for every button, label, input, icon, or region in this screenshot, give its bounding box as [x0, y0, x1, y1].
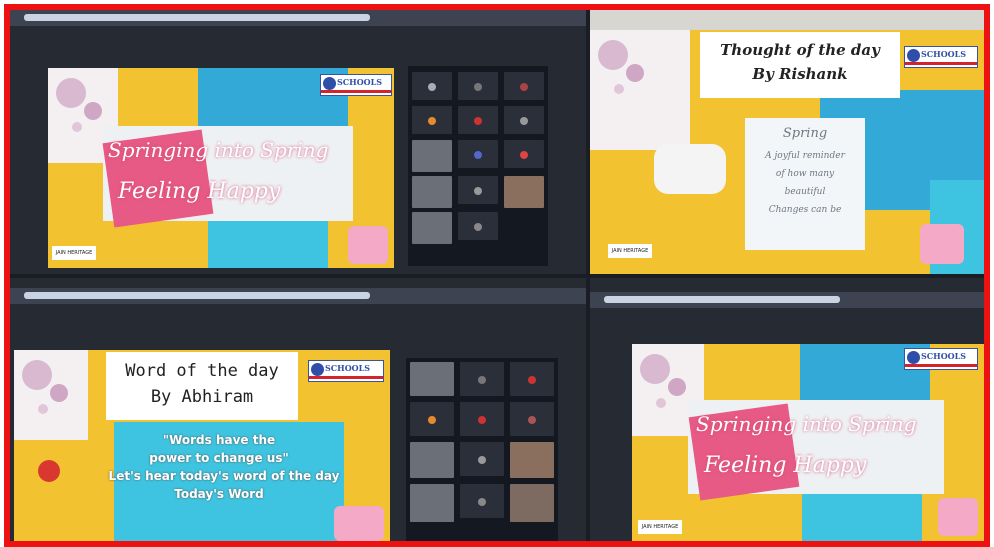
- spring-sticker: [920, 224, 964, 264]
- slide-thought-of-day: Thought of the day By Rishank SCHOOLS Sp…: [590, 30, 984, 274]
- spring-sticker: [348, 226, 388, 264]
- title-line-1: Thought of the day: [720, 41, 880, 59]
- schools-logo: SCHOOLS: [904, 348, 978, 370]
- photo-top-right: Thought of the day By Rishank SCHOOLS Sp…: [590, 10, 984, 274]
- spring-sticker: [334, 506, 384, 541]
- title-line-2: By Rishank: [752, 65, 848, 83]
- slide-headline-1: Springing into Spring: [108, 138, 329, 162]
- participant-gallery: [406, 358, 558, 541]
- quote-line-4: Today's Word: [174, 487, 264, 501]
- address-bar: [24, 14, 370, 21]
- quote-line-1: "Words have the: [162, 433, 276, 447]
- jain-heritage-logo: JAIN HERITAGE: [608, 244, 652, 258]
- title-line-2: By Abhiram: [150, 387, 254, 407]
- floral-decoration: [14, 350, 88, 440]
- photo-top-left: SCHOOLS Springing into Spring Feeling Ha…: [10, 10, 586, 274]
- floral-decoration: [590, 30, 690, 150]
- card-line-1: A joyful reminder: [765, 151, 845, 161]
- quote-line-3: Let's hear today's word of the day: [108, 469, 340, 483]
- slide-springing: SCHOOLS Springing into Spring Feeling Ha…: [48, 68, 394, 268]
- photo-collage: SCHOOLS Springing into Spring Feeling Ha…: [4, 4, 990, 547]
- address-bar: [24, 292, 370, 299]
- schools-logo: SCHOOLS: [320, 74, 392, 96]
- quote-line-2: power to change us": [149, 451, 289, 465]
- browser-toolbar: [10, 288, 586, 304]
- jain-heritage-logo: JAIN HERITAGE: [638, 520, 682, 534]
- jain-heritage-logo: JAIN HERITAGE: [52, 246, 96, 260]
- schools-logo: SCHOOLS: [308, 360, 384, 382]
- photo-bottom-left: Word of the day By Abhiram SCHOOLS "Word…: [10, 278, 586, 541]
- card-heading: Spring: [782, 126, 828, 141]
- card-line-3: beautiful: [784, 187, 826, 197]
- slide-headline-1: Springing into Spring: [696, 412, 917, 436]
- slide-headline-2: Feeling Happy: [704, 453, 867, 478]
- title-line-1: Word of the day: [125, 361, 279, 381]
- browser-toolbar: [590, 292, 984, 308]
- slide-springing: SCHOOLS Springing into Spring Feeling Ha…: [632, 344, 984, 541]
- slide-word-of-day: Word of the day By Abhiram SCHOOLS "Word…: [14, 350, 390, 541]
- speech-bubble: [654, 144, 726, 194]
- address-bar: [604, 296, 841, 303]
- spring-sticker: [938, 498, 978, 536]
- participant-gallery: [408, 66, 548, 266]
- slide-headline-2: Feeling Happy: [118, 179, 281, 204]
- photo-bottom-right: SCHOOLS Springing into Spring Feeling Ha…: [590, 278, 984, 541]
- card-line-2: of how many: [775, 169, 835, 179]
- schools-logo: SCHOOLS: [904, 46, 978, 68]
- browser-toolbar: [10, 10, 586, 26]
- card-line-4: Changes can be: [768, 205, 842, 215]
